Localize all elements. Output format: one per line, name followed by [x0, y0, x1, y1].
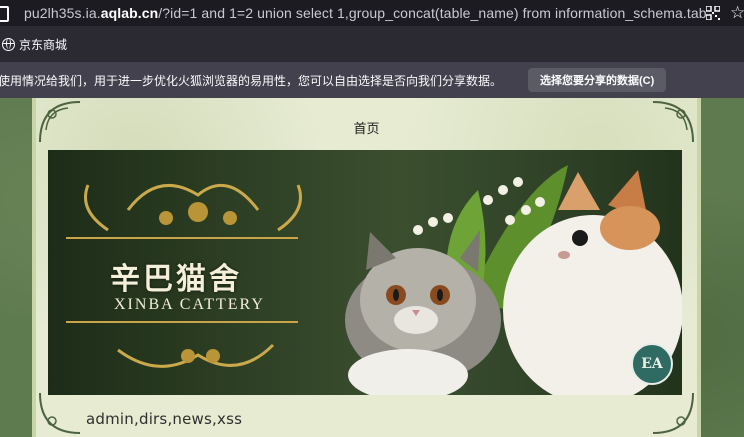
cattery-emblem-icon: EA — [631, 343, 673, 385]
url-actions: ☆ — [706, 0, 744, 26]
choose-data-button[interactable]: 选择您要分享的数据(C) — [528, 68, 667, 92]
query-result-text: admin,dirs,news,xss — [86, 410, 243, 428]
address-bar[interactable]: pu2lh35s.ia.aqlab.cn/?id=1 and 1=2 union… — [0, 0, 744, 26]
url-host: aqlab.cn — [100, 5, 159, 21]
banner-title-en: XINBA CATTERY — [114, 296, 265, 313]
qr-code-icon[interactable] — [706, 6, 720, 20]
globe-icon — [2, 37, 15, 51]
web-page: 首页 辛巴猫舍 XINBA CATTERY EA admin,dirs,news… — [0, 98, 744, 437]
url-path: /?id=1 and 1=2 union select 1,group_conc… — [158, 5, 706, 21]
bookmark-label: 京东商城 — [19, 37, 68, 52]
banner-title-cn: 辛巴猫舍 — [110, 262, 242, 297]
lock-icon[interactable] — [0, 0, 16, 26]
url-field[interactable]: pu2lh35s.ia.aqlab.cn/?id=1 and 1=2 union… — [16, 5, 706, 21]
content-panel: 首页 辛巴猫舍 XINBA CATTERY EA admin,dirs,news… — [32, 98, 701, 437]
bookmarks-toolbar: 京东商城 — [0, 26, 744, 62]
bookmark-jd[interactable]: 京东商城 — [0, 36, 67, 53]
nav-home-link[interactable]: 首页 — [36, 118, 697, 137]
corner-ornament-icon — [38, 391, 82, 435]
corner-ornament-icon — [651, 391, 695, 435]
notification-message: 使用情况给我们，用于进一步优化火狐浏览器的易用性，您可以自由选择是否向我们分享数… — [0, 73, 503, 88]
bookmark-star-icon[interactable]: ☆ — [730, 0, 744, 26]
url-subdomain: pu2lh35s.ia. — [24, 5, 101, 21]
notification-bar: 使用情况给我们，用于进一步优化火狐浏览器的易用性，您可以自由选择是否向我们分享数… — [0, 62, 744, 98]
cattery-banner: 辛巴猫舍 XINBA CATTERY EA — [48, 150, 682, 395]
